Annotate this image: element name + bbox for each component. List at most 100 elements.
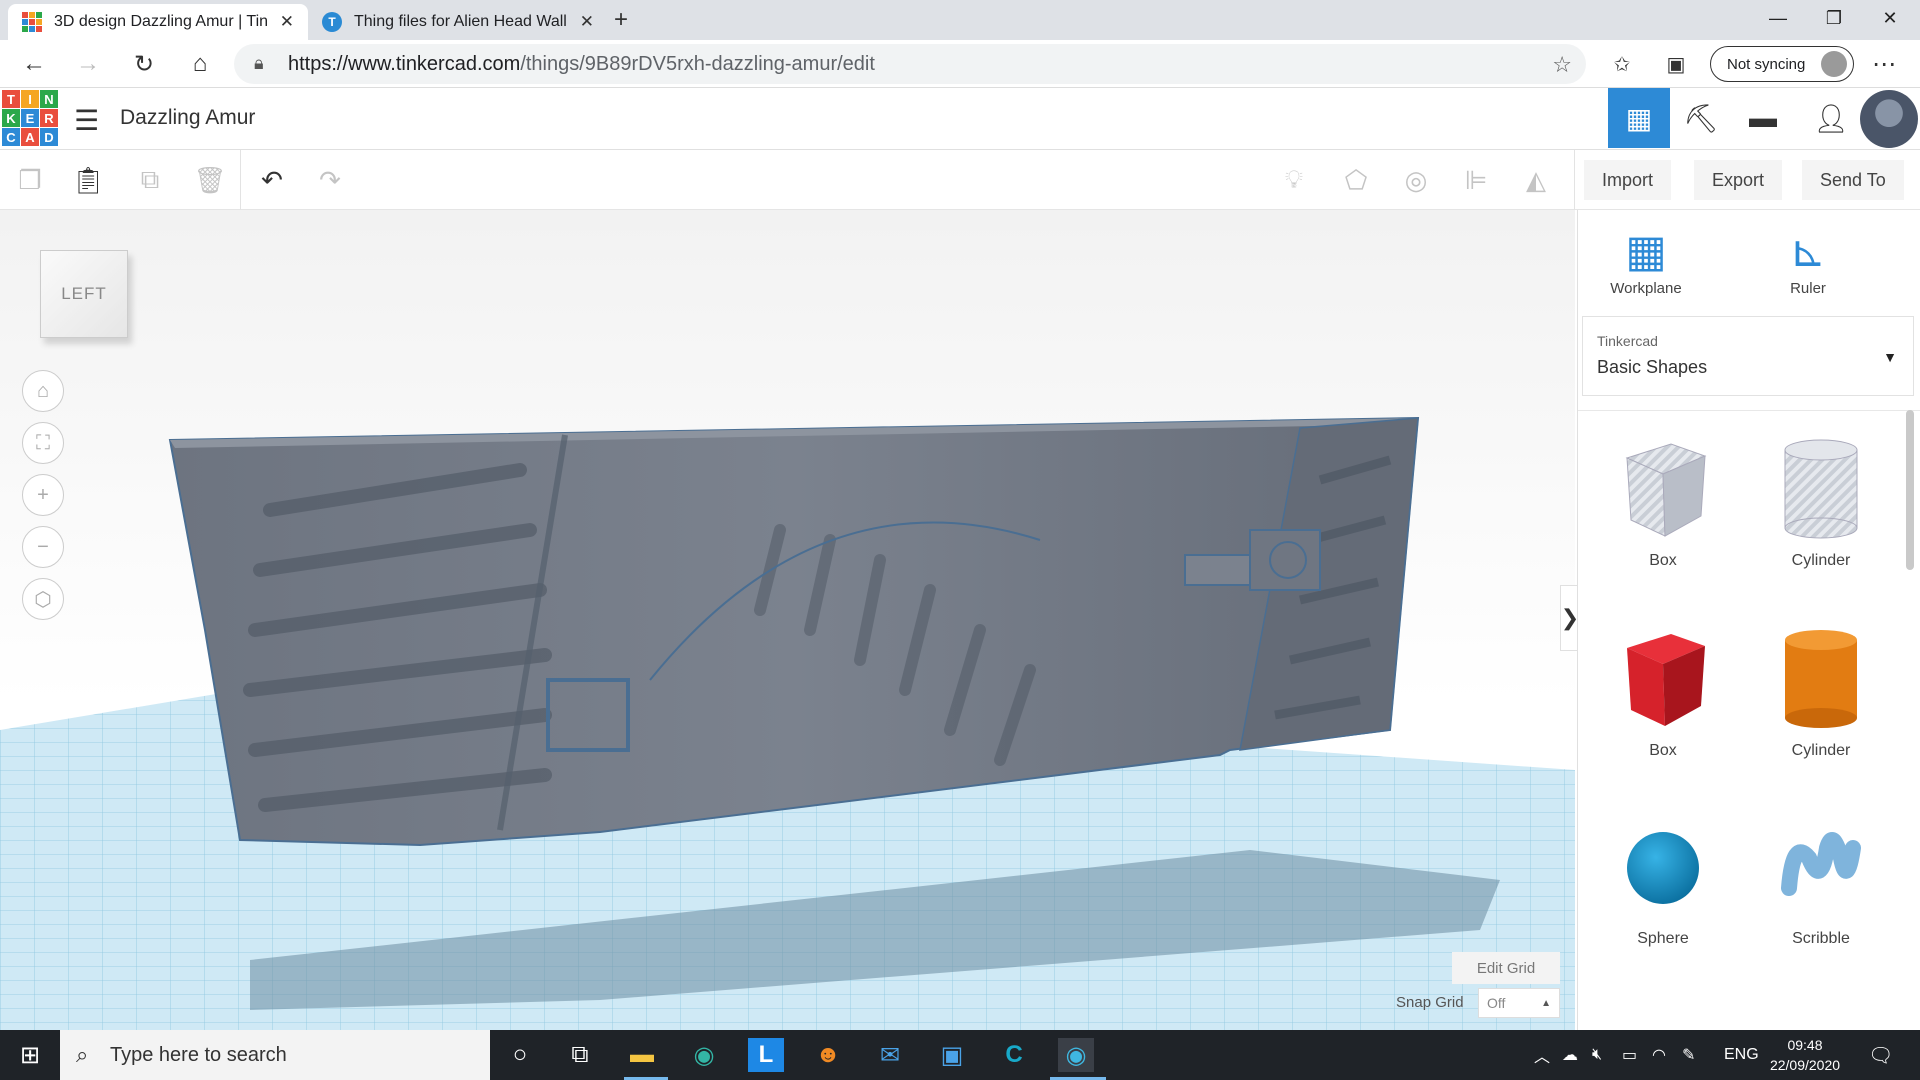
thingiverse-favicon-icon: T [322,12,342,32]
forward-icon[interactable]: → [70,46,106,82]
tray-chevron-icon[interactable]: ︿ [1534,1030,1550,1080]
logo-letter: I [21,90,39,108]
pen-icon[interactable]: ✎ [1682,1030,1695,1080]
wifi-icon[interactable]: ◠ [1652,1030,1666,1080]
more-menu-icon[interactable]: ⋯ [1866,46,1902,82]
windows-start-icon[interactable]: ⊞ [12,1038,48,1072]
zoom-in-icon[interactable]: + [22,474,64,516]
ruler-tool[interactable]: ⊾ Ruler [1748,224,1868,297]
export-button[interactable]: Export [1694,160,1783,200]
paste-icon[interactable]: 📋︎ [68,162,108,198]
game-app-icon[interactable]: ☻ [810,1038,846,1072]
dropdown-caret-icon: ▼ [1883,349,1897,365]
edit-toolbar: ❐ 📋︎ ⧉ 🗑︎ ↶ ↷ 💡︎ ⬠ ◎ ⊫ ◭ Import Export S… [0,150,1920,210]
maximize-icon[interactable]: ❐ [1806,0,1862,36]
notes-lightbulb-icon[interactable]: 💡︎ [1274,162,1314,198]
logo-letter: A [21,128,39,146]
workplane-tool[interactable]: ▦ Workplane [1586,224,1706,297]
ungroup-icon[interactable]: ◎ [1396,162,1436,198]
tab-tinkercad[interactable]: 3D design Dazzling Amur | Tinke ✕ [8,4,308,40]
new-tab-icon[interactable]: + [614,6,628,34]
battery-icon[interactable]: ▭ [1622,1030,1637,1080]
profile-sync-button[interactable]: Not syncing [1710,46,1854,82]
shape-scribble[interactable]: Scribble [1756,818,1886,968]
group-icon[interactable]: ⬠ [1336,162,1376,198]
onedrive-icon[interactable]: ☁ [1562,1030,1578,1080]
logo-letter: K [2,109,20,127]
shape-cylinder[interactable]: Cylinder [1756,626,1886,776]
system-clock[interactable]: 09:48 22/09/2020 [1760,1035,1850,1075]
back-icon[interactable]: ← [16,46,52,82]
ruler-label: Ruler [1790,280,1826,297]
undo-icon[interactable]: ↶ [252,162,292,198]
invite-user-icon[interactable]: 👤︎ [1800,88,1862,148]
design-list-icon[interactable]: ☰ [74,104,99,137]
home-view-icon[interactable]: ⌂ [22,370,64,412]
volume-muted-icon[interactable]: 🔇︎ [1592,1030,1602,1080]
collections-icon[interactable]: ▣ [1658,46,1694,82]
app-header: T I N K E R C A D ☰ Dazzling Amur ▦ ⛏ ▬ … [0,88,1920,150]
panel-scrollbar[interactable] [1906,410,1914,570]
box-red-icon [1627,634,1705,726]
shape-sphere[interactable]: Sphere [1598,818,1728,968]
language-indicator[interactable]: ENG [1724,1030,1759,1080]
snap-grid-select[interactable]: Off ▲ [1478,988,1560,1018]
home-icon[interactable]: ⌂ [182,46,218,82]
file-explorer-icon[interactable]: ▬ [624,1038,660,1072]
edge-active-icon[interactable]: ◉ [1058,1038,1094,1072]
align-icon[interactable]: ⊫ [1456,162,1496,198]
close-tab-icon[interactable]: ✕ [280,12,294,32]
model-bracket-right-head [1249,529,1321,591]
delete-icon[interactable]: 🗑︎ [190,162,230,198]
taskbar-search-field[interactable]: ⌕ Type here to search [60,1030,490,1080]
tab-thingiverse[interactable]: T Thing files for Alien Head Wall H ✕ [308,4,608,40]
minimize-icon[interactable]: — [1750,0,1806,36]
duplicate-icon[interactable]: ⧉ [130,162,170,198]
zoom-out-icon[interactable]: − [22,526,64,568]
ruler-icon: ⊾ [1789,227,1827,276]
windows-taskbar: ⊞ ⌕ Type here to search ○ ⧉ ▬ ◉ L ☻ ✉ ▣ … [0,1030,1920,1080]
user-avatar[interactable] [1860,90,1918,148]
cortana-icon[interactable]: ○ [502,1038,538,1072]
bricks-icon[interactable]: ▬ [1732,88,1794,148]
refresh-icon[interactable]: ↻ [126,46,162,82]
mirror-icon[interactable]: ◭ [1516,162,1556,198]
sphere-blue-icon [1627,832,1699,904]
view-cube[interactable]: LEFT [40,250,128,338]
3d-viewport[interactable]: LEFT ⌂ ⛶ + − ⬡ Edit Grid Snap Grid Off ▲ [0,210,1575,1030]
shape-box[interactable]: Box [1598,626,1728,776]
tinkercad-logo[interactable]: T I N K E R C A D [2,90,58,146]
import-button[interactable]: Import [1584,160,1672,200]
shape-label: Scribble [1792,930,1850,947]
3d-view-grid-icon[interactable]: ▦ [1608,88,1670,148]
clock-time: 09:48 [1787,1037,1823,1053]
window-close-icon[interactable]: ✕ [1862,0,1918,36]
snap-grid-value: Off [1487,995,1506,1011]
edit-grid-button[interactable]: Edit Grid [1452,952,1560,984]
scene-canvas [0,416,1575,1030]
store-app-icon[interactable]: ▣ [934,1038,970,1072]
l-app-icon[interactable]: L [748,1038,784,1072]
c-app-icon[interactable]: C [996,1038,1032,1072]
redo-icon[interactable]: ↷ [310,162,350,198]
shape-cylinder-striped[interactable]: Cylinder [1756,436,1886,586]
task-view-icon[interactable]: ⧉ [562,1038,598,1072]
favorites-icon[interactable]: ✩ [1604,46,1640,82]
fit-view-icon[interactable]: ⛶ [22,422,64,464]
close-tab-icon[interactable]: ✕ [580,12,594,32]
shape-box-striped[interactable]: Box [1598,436,1728,586]
edge-browser-icon[interactable]: ◉ [686,1038,722,1072]
notifications-icon[interactable]: 🗨︎ [1868,1030,1893,1080]
copy-icon[interactable]: ❐ [10,162,50,198]
shape-library-select[interactable]: Tinkercad Basic Shapes ▼ [1582,316,1914,396]
blocks-pickaxe-icon[interactable]: ⛏ [1670,88,1732,148]
scribble-icon [1781,832,1861,896]
send-to-button[interactable]: Send To [1802,160,1904,200]
favorite-star-icon[interactable]: ☆ [1552,52,1572,78]
perspective-icon[interactable]: ⬡ [22,578,64,620]
mail-icon[interactable]: ✉ [872,1038,908,1072]
design-title[interactable]: Dazzling Amur [120,106,255,130]
url-field[interactable]: 🔒︎ https://www.tinkercad.com/things/9B89… [234,44,1586,84]
logo-letter: T [2,90,20,108]
cylinder-striped-icon [1784,439,1858,539]
